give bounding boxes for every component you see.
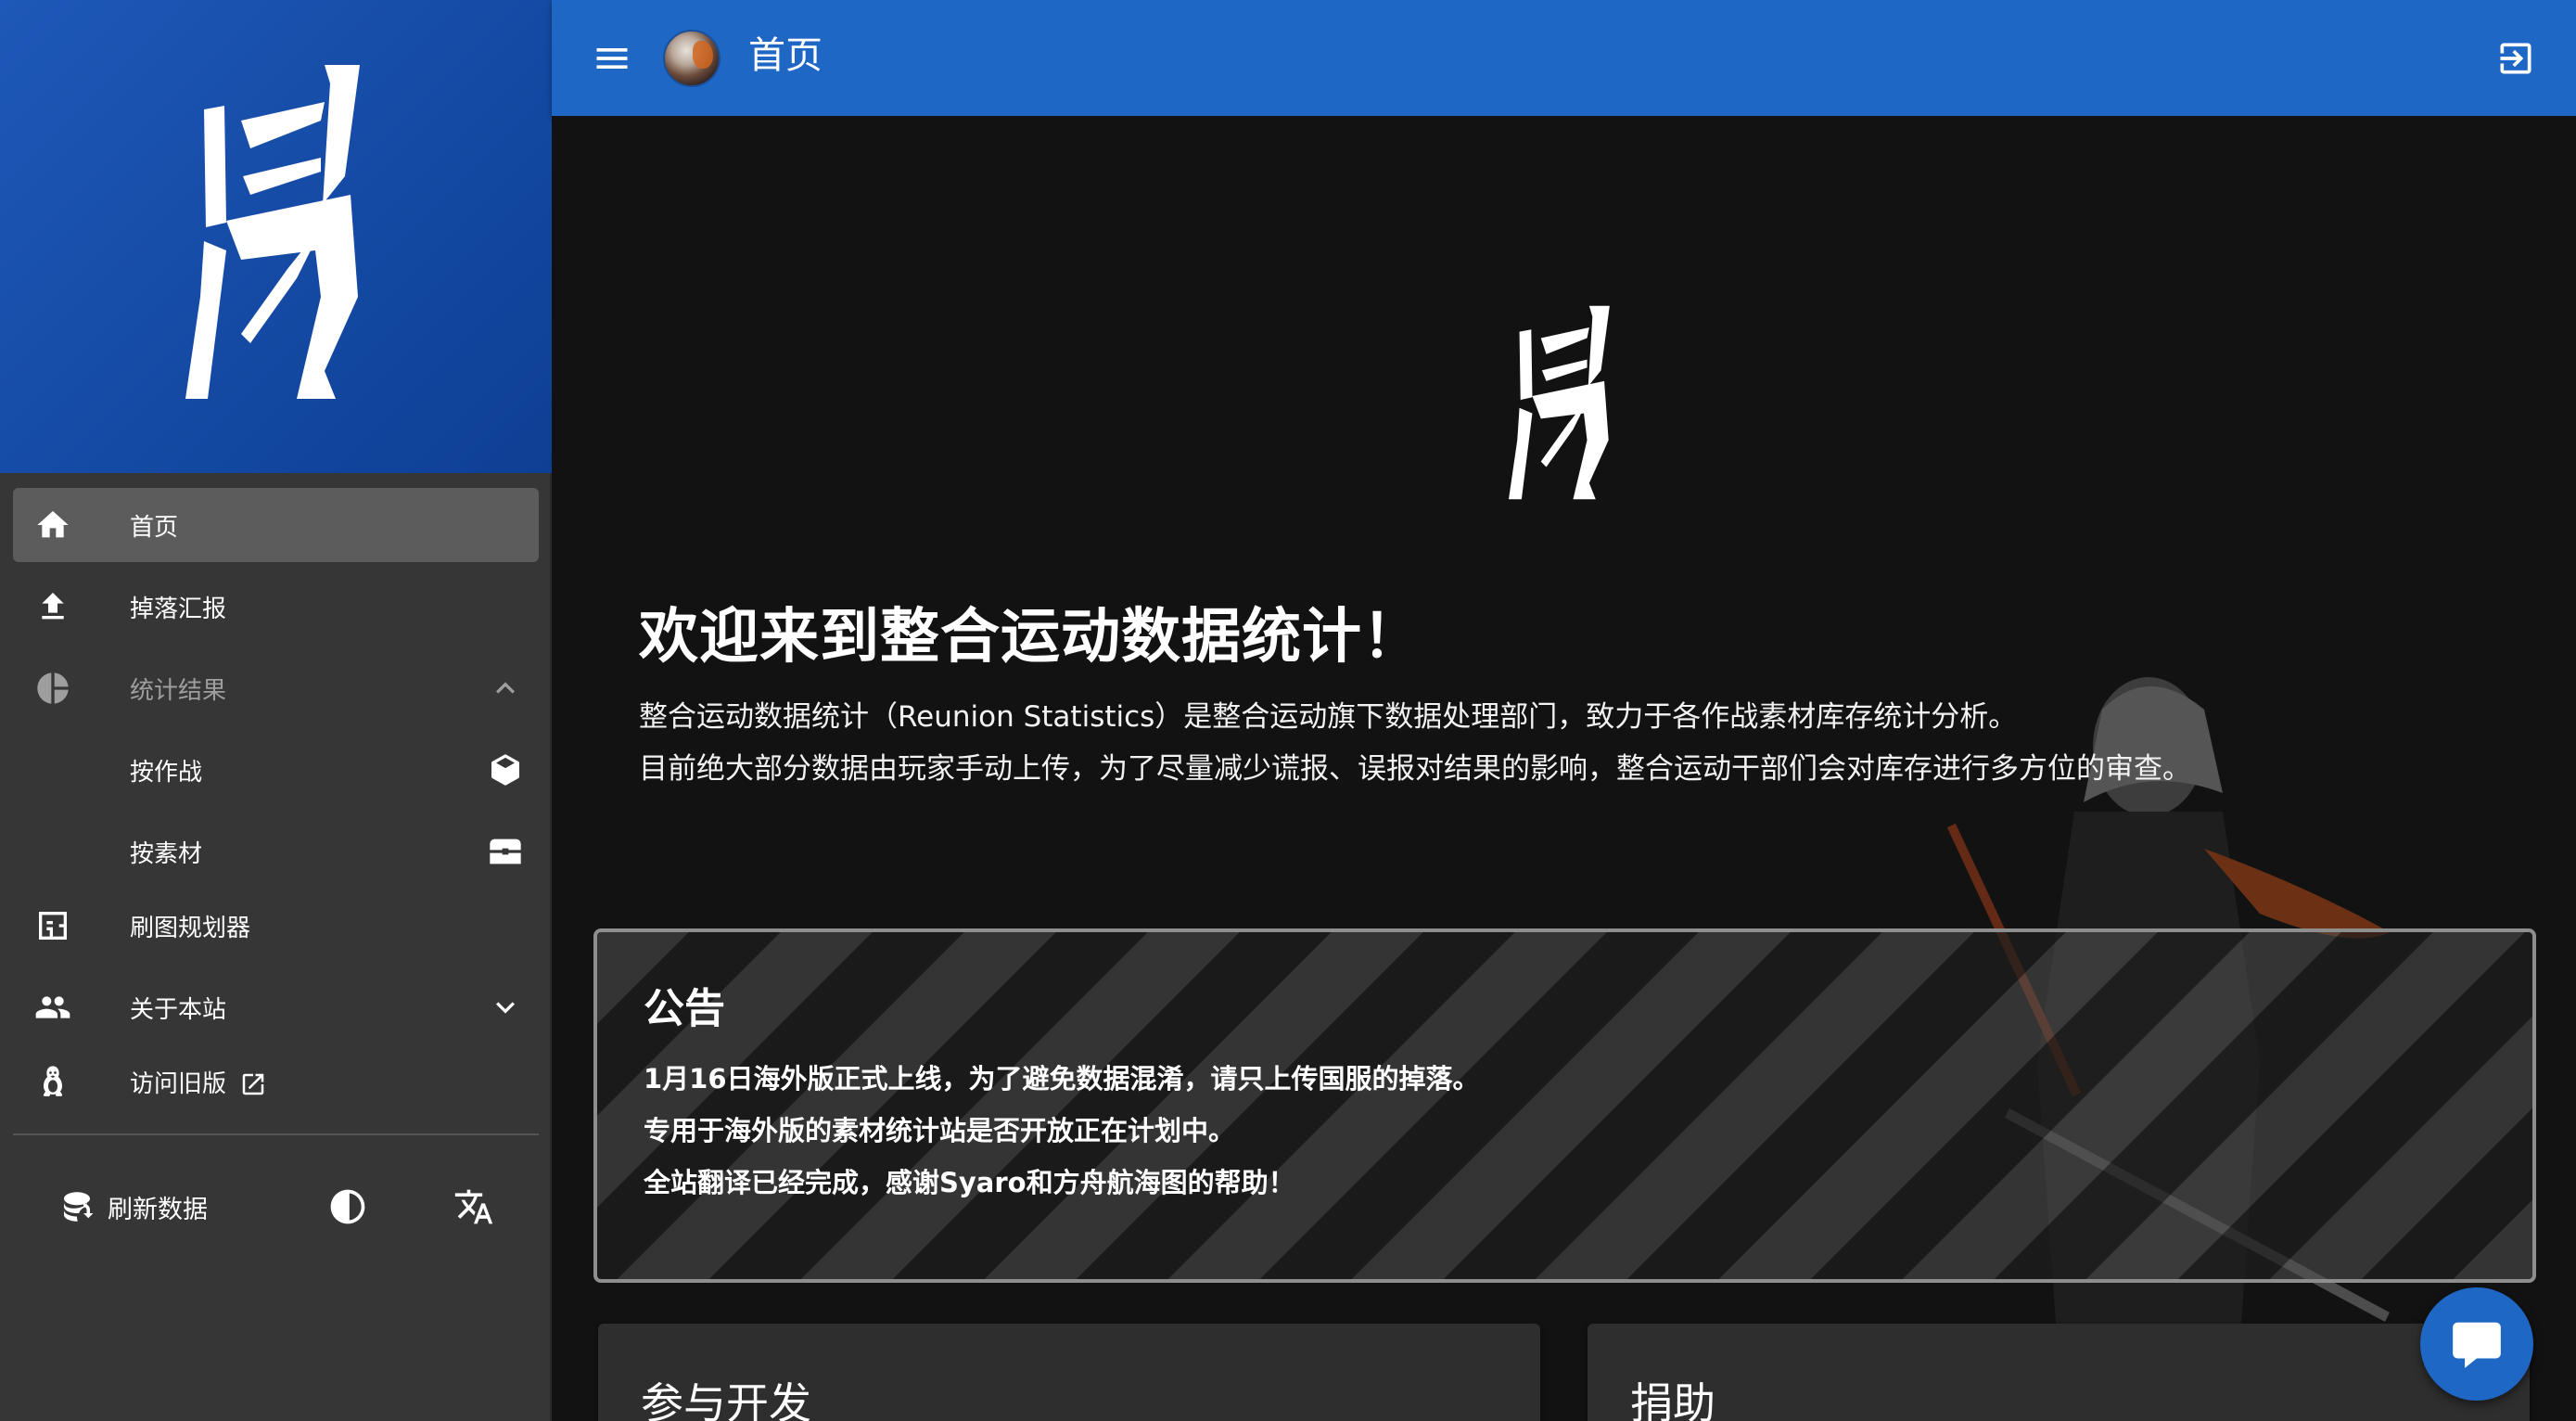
- main-content: 欢迎来到整合运动数据统计！ 整合运动数据统计（Reunion Statistic…: [554, 116, 2576, 1421]
- treasure-chest-icon: [485, 831, 526, 872]
- reunion-logo: [1509, 305, 1610, 500]
- chat-icon: [2453, 1322, 2501, 1368]
- avatar[interactable]: [663, 30, 721, 87]
- sidebar-item-label: 访问旧版: [130, 1069, 227, 1098]
- sidebar-item-legacy[interactable]: 访问旧版: [13, 1044, 539, 1119]
- app-root: 首页 掉落汇报 统计结果 按作战 按素材 刷图规划器 关于本站 访问旧版 刷新数…: [0, 0, 2576, 1421]
- sidebar: 首页 掉落汇报 统计结果 按作战 按素材 刷图规划器 关于本站 访问旧版 刷新数…: [0, 0, 552, 1421]
- sidebar-item-by-material[interactable]: 按素材: [13, 814, 539, 889]
- refresh-data-button[interactable]: 刷新数据: [57, 1169, 208, 1245]
- menu-icon: [596, 48, 628, 69]
- sidebar-item-label-wrapper: 访问旧版: [130, 1065, 267, 1099]
- home-icon: [30, 502, 76, 548]
- sidebar-actions: 刷新数据: [0, 1169, 552, 1245]
- announcement-body: 1月16日海外版正式上线，为了避免数据混淆，请只上传国服的掉落。 专用于海外版的…: [644, 1053, 1480, 1209]
- people-icon: [30, 984, 76, 1031]
- theme-toggle-button[interactable]: [310, 1169, 386, 1245]
- database-refresh-icon: [64, 1192, 94, 1222]
- chevron-down-icon: [485, 987, 526, 1028]
- sidebar-banner: [0, 0, 552, 473]
- translate-icon: [454, 1189, 493, 1224]
- announcement-line: 专用于海外版的素材统计站是否开放正在计划中。: [644, 1115, 1236, 1146]
- sidebar-item-home[interactable]: 首页: [13, 488, 539, 562]
- sidebar-divider: [13, 1133, 539, 1135]
- sidebar-item-label: 按素材: [130, 839, 203, 868]
- upload-icon: [30, 583, 76, 630]
- page-title: 首页: [748, 34, 823, 77]
- reunion-logo: [185, 65, 360, 399]
- contribute-title: 参与开发: [641, 1378, 811, 1421]
- contribute-card: 参与开发: [598, 1324, 1540, 1421]
- floor-plan-icon: [30, 903, 76, 949]
- announcement-title: 公告: [644, 985, 725, 1032]
- announcement-card: 公告 1月16日海外版正式上线，为了避免数据混淆，请只上传国服的掉落。 专用于海…: [593, 928, 2536, 1283]
- menu-button[interactable]: [585, 32, 639, 85]
- sidebar-item-label: 统计结果: [130, 676, 227, 705]
- sidebar-item-label: 掉落汇报: [130, 595, 227, 623]
- donate-title: 捐助: [1630, 1378, 1715, 1421]
- sidebar-item-report[interactable]: 掉落汇报: [13, 570, 539, 644]
- sidebar-group-statistics[interactable]: 统计结果: [13, 651, 539, 725]
- chevron-up-icon: [485, 668, 526, 709]
- sidebar-item-label: 按作战: [130, 758, 203, 787]
- contrast-icon: [330, 1189, 365, 1224]
- app-bar: 首页: [552, 0, 2576, 116]
- announcement-line: 1月16日海外版正式上线，为了避免数据混淆，请只上传国服的掉落。: [644, 1063, 1480, 1095]
- pie-chart-icon: [30, 665, 76, 711]
- sidebar-item-by-stage[interactable]: 按作战: [13, 733, 539, 807]
- sidebar-item-about[interactable]: 关于本站: [13, 970, 539, 1044]
- sidebar-item-label: 关于本站: [130, 995, 227, 1024]
- sidebar-item-planner[interactable]: 刷图规划器: [13, 889, 539, 963]
- sidebar-item-label: 首页: [130, 513, 179, 542]
- chat-button[interactable]: [2420, 1287, 2533, 1401]
- logout-icon: [2500, 43, 2531, 74]
- donate-card: 捐助: [1588, 1324, 2530, 1421]
- announcement-line: 全站翻译已经完成，感谢Syaro和方舟航海图的帮助！: [644, 1167, 1295, 1198]
- cube-icon: [485, 749, 526, 790]
- welcome-title: 欢迎来到整合运动数据统计！: [639, 603, 1422, 672]
- refresh-data-label: 刷新数据: [108, 1195, 208, 1224]
- welcome-line: 目前绝大部分数据由玩家手动上传，为了尽量减少谎报、误报对结果的影响，整合运动干部…: [639, 752, 2191, 786]
- sidebar-item-label: 刷图规划器: [130, 914, 251, 942]
- welcome-line: 整合运动数据统计（Reunion Statistics）是整合运动旗下数据处理部…: [639, 700, 2018, 734]
- language-button[interactable]: [436, 1169, 512, 1245]
- external-link-icon: [239, 1070, 267, 1098]
- logout-button[interactable]: [2489, 32, 2543, 85]
- welcome-description: 整合运动数据统计（Reunion Statistics）是整合运动旗下数据处理部…: [639, 691, 2191, 795]
- penguin-icon: [30, 1058, 76, 1105]
